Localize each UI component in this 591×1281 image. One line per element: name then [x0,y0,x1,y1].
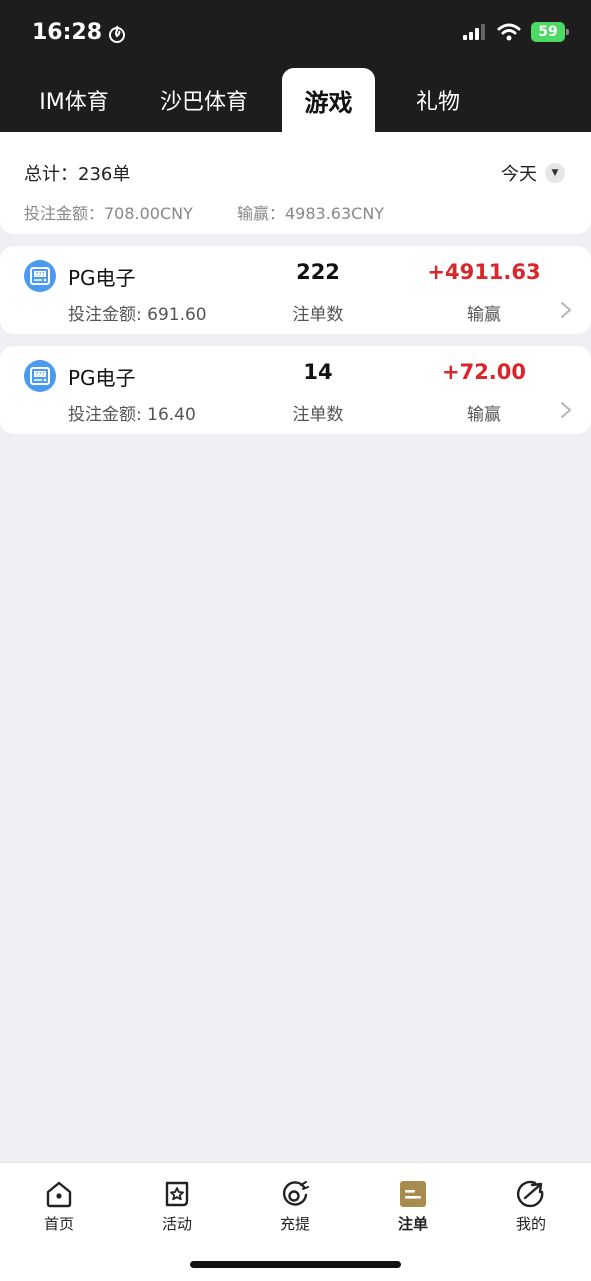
record-card[interactable]: 777 PG电子 投注金额: 691.60 222 注单数 +4911.63 输… [0,246,591,334]
svg-text:777: 777 [35,272,45,278]
status-indicators: 59 [463,22,569,42]
record-bet-count: 222 [296,260,340,284]
tab-label: 游戏 [304,88,353,117]
game-provider-name: PG电子 [68,266,136,290]
date-filter-dropdown[interactable]: 今天 ▼ [501,160,565,186]
summary-win-loss: 输赢：4983.63CNY [237,204,385,223]
flame-icon [109,25,126,43]
category-tabs: IM体育 沙巴体育 游戏 礼物 [0,68,591,132]
record-win-loss-label: 输赢 [467,405,501,425]
profile-icon [517,1180,544,1208]
nav-deposit-withdraw[interactable]: 充提 [236,1179,354,1239]
tab-im-sports[interactable]: IM体育 [18,68,130,132]
signal-icon [463,24,485,40]
record-bet-count: 14 [303,360,333,384]
nav-label: 活动 [161,1215,192,1233]
caret-down-icon: ▼ [545,163,565,183]
tab-saba-sports[interactable]: 沙巴体育 [145,68,263,132]
record-bet-count-label: 注单数 [292,405,344,425]
slot-machine-icon: 777 [24,260,56,292]
summary-total: 总计：236单 [24,164,131,185]
nav-label: 充提 [279,1215,310,1233]
record-win-loss: +72.00 [441,360,527,384]
tab-gifts[interactable]: 礼物 [392,68,484,132]
nav-profile[interactable]: 我的 [472,1179,590,1239]
nav-label: 我的 [515,1215,546,1233]
svg-text:777: 777 [35,372,45,378]
bet-slip-icon [400,1181,426,1207]
record-card[interactable]: 777 PG电子 投注金额: 16.40 14 注单数 +72.00 输赢 [0,346,591,434]
record-bet-count-label: 注单数 [292,305,344,325]
date-filter-label: 今天 [501,164,537,185]
game-provider-name: PG电子 [68,366,136,390]
battery-icon: 59 [531,22,569,42]
record-win-loss-label: 输赢 [467,305,501,325]
tab-label: IM体育 [39,90,109,115]
chevron-right-icon [561,302,571,318]
status-time: 16:28 [32,20,126,45]
top-header: 16:28 59 IM体育 沙巴体育 游戏 礼物 [0,0,591,132]
record-win-loss: +4911.63 [427,260,541,284]
nav-bet-slips[interactable]: 注单 [354,1179,472,1239]
nav-label: 注单 [397,1215,428,1233]
record-bet-amount: 投注金额: 691.60 [68,305,207,325]
clock-text: 16:28 [32,20,103,45]
nav-home[interactable]: 首页 [0,1179,118,1239]
deposit-icon [282,1181,309,1206]
star-icon [165,1181,189,1207]
record-bet-amount: 投注金额: 16.40 [68,405,196,425]
nav-label: 首页 [43,1215,74,1233]
home-icon [46,1181,72,1208]
summary-card: 总计：236单 投注金额：708.00CNY 输赢：4983.63CNY 今天 … [0,132,591,234]
tab-label: 沙巴体育 [159,90,248,115]
wifi-icon [497,23,521,41]
chevron-right-icon [561,402,571,418]
summary-bet-amount: 投注金额：708.00CNY [24,204,193,223]
tab-label: 礼物 [415,90,460,115]
tab-games[interactable]: 游戏 [282,68,375,132]
slot-machine-icon: 777 [24,360,56,392]
battery-level: 59 [538,24,558,40]
home-indicator [190,1261,401,1268]
nav-activities[interactable]: 活动 [118,1179,236,1239]
